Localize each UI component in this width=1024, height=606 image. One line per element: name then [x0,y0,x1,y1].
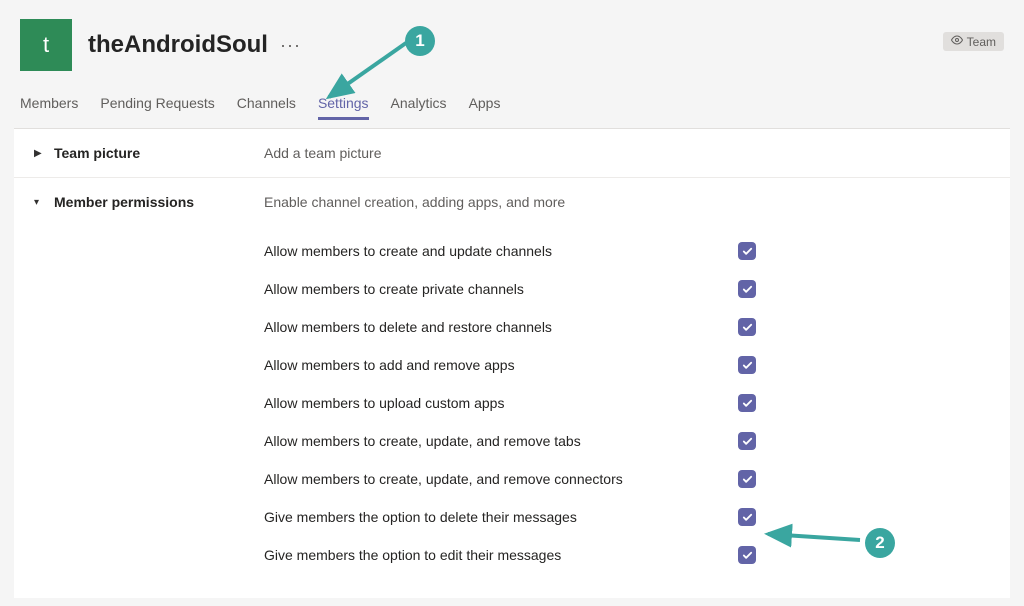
permission-row: Allow members to delete and restore chan… [264,308,774,346]
permission-checkbox[interactable] [738,394,756,412]
permission-label: Give members the option to delete their … [264,509,577,525]
permission-label: Allow members to create and update chann… [264,243,552,259]
permission-label: Give members the option to edit their me… [264,547,561,563]
permission-label: Allow members to create private channels [264,281,524,297]
permission-row: Allow members to create private channels [264,270,774,308]
permissions-list: Allow members to create and update chann… [264,232,990,574]
permission-checkbox[interactable] [738,508,756,526]
permission-checkbox[interactable] [738,470,756,488]
chevron-down-icon: ▾ [34,197,44,208]
section-team-picture[interactable]: ▶ Team picture Add a team picture [14,129,1010,178]
permission-row: Give members the option to edit their me… [264,536,774,574]
permission-label: Allow members to create, update, and rem… [264,471,623,487]
permission-label: Allow members to add and remove apps [264,357,515,373]
permission-row: Allow members to upload custom apps [264,384,774,422]
tab-analytics[interactable]: Analytics [391,95,447,120]
tab-channels[interactable]: Channels [237,95,296,120]
permission-label: Allow members to create, update, and rem… [264,433,581,449]
team-header: t theAndroidSoul ··· Team [0,0,1024,70]
section-title: Member permissions [54,194,194,210]
section-header-toggle[interactable]: ▾ Member permissions [34,194,264,210]
permission-checkbox[interactable] [738,432,756,450]
eye-icon [951,34,963,49]
tab-apps[interactable]: Apps [469,95,501,120]
team-badge-label: Team [967,35,996,49]
tab-members[interactable]: Members [20,95,78,120]
permission-label: Allow members to delete and restore chan… [264,319,552,335]
permission-checkbox[interactable] [738,356,756,374]
permission-label: Allow members to upload custom apps [264,395,504,411]
permission-checkbox[interactable] [738,242,756,260]
permission-row: Allow members to add and remove apps [264,346,774,384]
permission-row: Allow members to create and update chann… [264,232,774,270]
permission-checkbox[interactable] [738,280,756,298]
section-title: Team picture [54,145,140,161]
team-type-badge[interactable]: Team [943,32,1004,51]
section-description: Enable channel creation, adding apps, an… [264,194,990,210]
team-avatar: t [20,19,72,71]
annotation-badge-2: 2 [865,528,895,558]
chevron-right-icon: ▶ [34,148,44,159]
section-member-permissions: ▾ Member permissions Enable channel crea… [14,178,1010,590]
tab-bar: Members Pending Requests Channels Settin… [0,70,1024,120]
permission-checkbox[interactable] [738,546,756,564]
permission-row: Allow members to create, update, and rem… [264,422,774,460]
permission-row: Allow members to create, update, and rem… [264,460,774,498]
tab-pending-requests[interactable]: Pending Requests [100,95,214,120]
settings-content: ▶ Team picture Add a team picture ▾ Memb… [14,128,1010,598]
tab-settings[interactable]: Settings [318,95,369,120]
team-title: theAndroidSoul [88,31,268,59]
section-description: Add a team picture [264,145,990,161]
permission-checkbox[interactable] [738,318,756,336]
annotation-badge-1: 1 [405,26,435,56]
permission-row: Give members the option to delete their … [264,498,774,536]
more-options-button[interactable]: ··· [280,35,301,56]
